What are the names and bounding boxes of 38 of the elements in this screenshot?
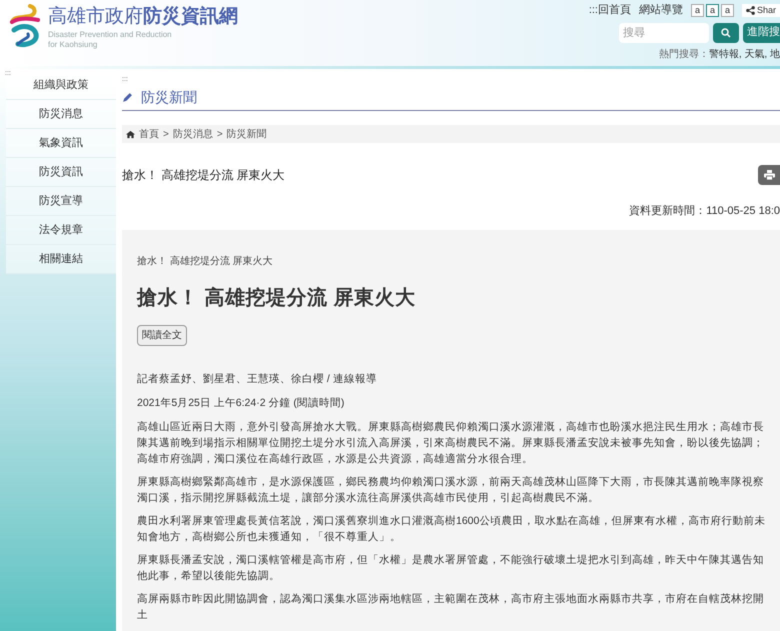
article-byline: 記者蔡孟妤、劉星君、王慧瑛、徐白櫻 / 連線報導 (137, 372, 377, 386)
article-paragraph: 高雄山區近兩日大雨，意外引發高屏搶水大戰。屏東縣高樹鄉農民仰賴濁口溪水源灌溉，高雄市也盼溪水挹注民生用水；高雄市長陳其邁前晚到場指示相關單位開挖土堤分水引流入高屏溪，引來高樹農民不滿。屏東縣長潘孟安說未被事先知會，盼以後先協調；高雄市府強調，濁口溪位在高雄行政區，水源是公共資源，高雄適當分水很合理。 (137, 420, 765, 467)
sidebar-item[interactable]: 防災消息 (6, 100, 116, 129)
article-paragraph: 屏東縣長潘孟安說，濁口溪轄管權是高市府，但「水權」是農水署屏管處，不能強行破壞土堤把水引到高雄，昨天中午陳其邁告知他此事，希望以後能先協調。 (137, 553, 765, 584)
breadcrumb-link[interactable]: 防災新聞 (226, 126, 267, 142)
article-paragraph: 農田水利署屏東管理處長黃信茗說，濁口溪舊寮圳進水口灌溉高樹1600公頃農田，取水點在高雄，但屏東有水權，高市府行動前未知會地方，高樹鄉公所也未獲通知，「很不尊重人」。 (137, 514, 766, 545)
hot-search-terms[interactable]: 警特報, 天氣, 地 (708, 48, 780, 60)
site-title-bold: 防災資訊網 (143, 6, 238, 27)
sidebar-item[interactable]: 相關連結 (6, 245, 116, 274)
article-paragraph: 高屏兩縣市昨因此開協調會，認為濁口溪集水區涉兩地轄區，主範圍在茂林，高市府主張地面水兩縣市共享，市府在自轄茂林挖開土 (137, 592, 765, 623)
article-paragraph: 屏東縣高樹鄉緊鄰高雄市，是水源保護區，鄉民務農均仰賴濁口溪水源，前兩天高雄茂林山區降下大雨，市長陳其邁前晚率隊視察濁口溪，指示開挖屏縣截流土堤，讓部分溪水流往高屏溪供高雄市民使用，引起高樹農民不滿。 (137, 475, 765, 506)
top-link[interactable]: :::回首頁 (588, 2, 631, 18)
breadcrumb-link[interactable]: 首頁 (139, 126, 159, 142)
share-button[interactable]: Shar (742, 4, 780, 17)
update-time: 資料更新時間：110-05-25 18:0 (629, 204, 780, 219)
breadcrumb-link[interactable]: 防災消息 (172, 126, 213, 142)
article-kicker: 搶水！ 高雄挖堤分流 屏東火大 (137, 254, 273, 268)
breadcrumb-separator: > (216, 128, 223, 142)
site-title: 高雄市政府 (48, 6, 143, 27)
breadcrumb-separator: > (163, 128, 169, 142)
section-title: 防災新聞 (141, 88, 197, 107)
site-subtitle: for Kaohsiung (48, 40, 98, 50)
sidebar-item[interactable]: 防災宣導 (6, 187, 116, 216)
read-full-button[interactable]: 閱讀全文 (137, 324, 187, 346)
font-size-button[interactable]: a (706, 4, 719, 17)
article-dateline: 2021年5月25日 上午6:24·2 分鐘 (閱讀時間) (137, 396, 344, 412)
article-title: 搶水！ 高雄挖堤分流 屏東火大 (137, 286, 416, 310)
top-link[interactable]: 網站導覽 (638, 2, 683, 18)
sidebar-item[interactable]: 防災資訊 (6, 158, 116, 187)
font-size-button[interactable]: a (720, 4, 734, 17)
advanced-search-button[interactable]: 進階搜 (743, 22, 780, 42)
hot-search-label: 熱門搜尋： (658, 48, 709, 60)
sidebar-item[interactable]: 法令規章 (6, 216, 116, 245)
page-title: 搶水！ 高雄挖堤分流 屏東火大 (122, 167, 285, 184)
font-size-button[interactable]: a (690, 4, 704, 17)
site-subtitle: Disaster Prevention and Reduction (48, 30, 173, 40)
sidebar-item[interactable]: 氣象資訊 (6, 129, 116, 158)
search-field[interactable]: 搜尋 (619, 22, 709, 42)
